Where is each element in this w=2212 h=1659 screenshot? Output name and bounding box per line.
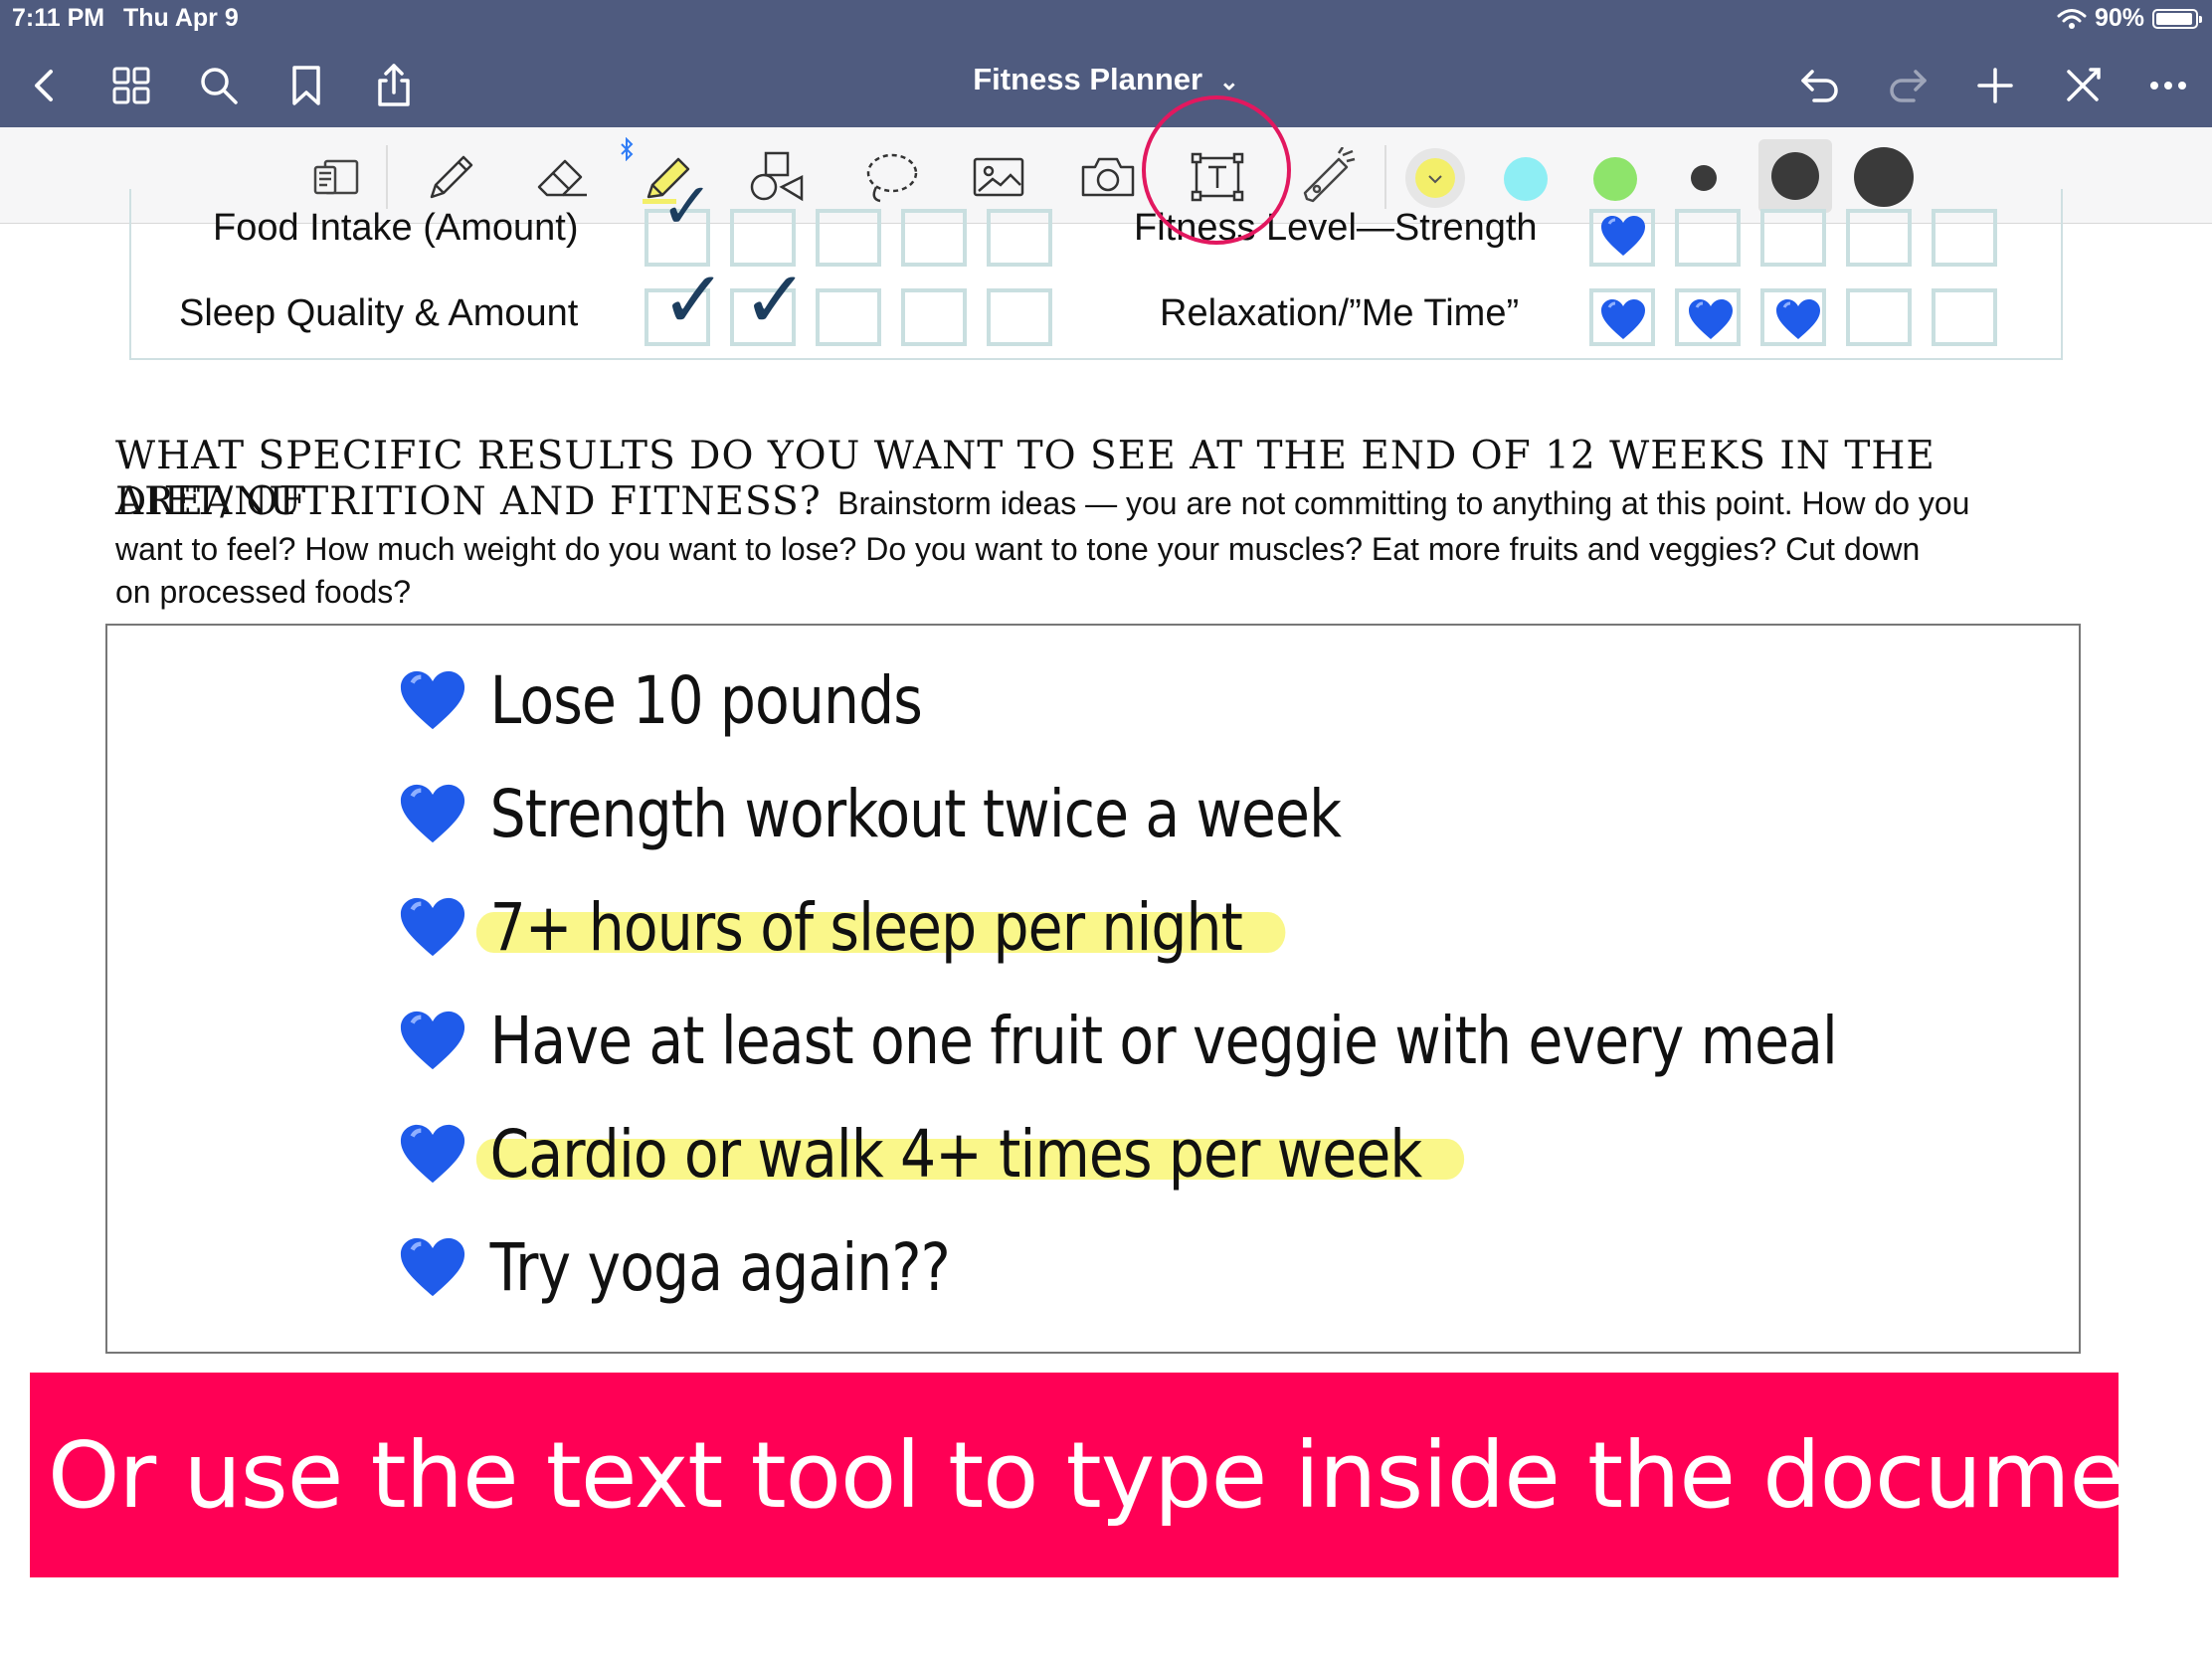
checkbox[interactable]: [1932, 288, 1997, 346]
checkbox[interactable]: [1675, 209, 1741, 267]
checkbox[interactable]: [1760, 209, 1826, 267]
battery-percent: 90%: [2094, 4, 2144, 32]
chevron-down-icon: [1428, 175, 1442, 184]
question-body-line1: Brainstorm ideas — you are not committin…: [837, 485, 1970, 521]
goal-text: Try yoga again??: [489, 1228, 951, 1306]
checkbox[interactable]: [1846, 209, 1912, 267]
goal-text: 7+ hours of sleep per night: [475, 889, 1286, 966]
caption-banner: Or use the text tool to type inside the …: [30, 1373, 2212, 1577]
undo-icon[interactable]: [1792, 58, 1848, 113]
goal-text: Cardio or walk 4+ times per week: [475, 1116, 1465, 1193]
text-tool-highlight-circle: [1142, 95, 1291, 245]
document-title-text: Fitness Planner: [973, 62, 1203, 96]
heart-icon: [400, 670, 465, 730]
checkmark: ✓: [742, 254, 810, 346]
question-heading-line2-row: DIET/NUTRITION AND FITNESS? Brainstorm i…: [115, 479, 2065, 524]
goal-item[interactable]: Try yoga again??: [398, 1217, 1036, 1317]
question-heading-line2: DIET/NUTRITION AND FITNESS?: [115, 479, 822, 524]
heart-icon: [400, 1011, 465, 1070]
stroke-thin-button[interactable]: [1691, 165, 1717, 191]
checkmark: ✓: [660, 170, 714, 244]
heart-icon: [1689, 299, 1733, 339]
heart-icon: [400, 784, 465, 843]
goal-item[interactable]: Strength workout twice a week: [398, 764, 1491, 863]
checkmark: ✓: [660, 254, 728, 346]
tracker-label-food: Food Intake (Amount): [213, 207, 579, 249]
heart-icon: [1601, 299, 1645, 339]
battery-icon: [2152, 8, 2202, 29]
heart-icon: [1601, 216, 1645, 256]
heart-icon: [400, 1237, 465, 1297]
question-body-line3: on processed foods?: [115, 574, 412, 610]
goal-item[interactable]: Lose 10 pounds: [398, 650, 1004, 750]
checkbox[interactable]: [901, 209, 967, 267]
close-editing-icon[interactable]: [2055, 58, 2111, 113]
checkbox[interactable]: [987, 209, 1052, 267]
checkbox[interactable]: [816, 288, 881, 346]
wifi-icon: [2057, 8, 2087, 29]
checkbox[interactable]: [1932, 209, 1997, 267]
goal-text: Strength workout twice a week: [489, 775, 1342, 852]
goal-item[interactable]: Have at least one fruit or veggie with e…: [398, 991, 2068, 1090]
checkbox[interactable]: [816, 209, 881, 267]
tracker-label-relaxation: Relaxation/”Me Time”: [1160, 292, 1520, 334]
goal-text: Lose 10 pounds: [489, 661, 923, 739]
status-time: 7:11 PM: [12, 4, 105, 32]
question-body-line2: want to feel? How much weight do you wan…: [115, 531, 1921, 567]
heart-icon: [400, 897, 465, 957]
goal-item[interactable]: 7+ hours of sleep per night: [398, 877, 1377, 977]
heart-icon: [400, 1124, 465, 1184]
checkbox[interactable]: [1846, 288, 1912, 346]
goal-item[interactable]: Cardio or walk 4+ times per week: [398, 1104, 1584, 1203]
redo-icon[interactable]: [1880, 58, 1936, 113]
checkbox[interactable]: [987, 288, 1052, 346]
status-date: Thu Apr 9: [123, 4, 239, 32]
checkbox[interactable]: [901, 288, 967, 346]
status-right: 90%: [2057, 4, 2202, 33]
title-chevron-icon: ⌄: [1218, 69, 1239, 95]
heart-icon: [1776, 299, 1820, 339]
tracker-label-sleep: Sleep Quality & Amount: [179, 292, 579, 334]
more-options-icon[interactable]: [2140, 58, 2196, 113]
goal-text: Have at least one fruit or veggie with e…: [489, 1002, 1838, 1079]
add-page-icon[interactable]: [1967, 58, 2023, 113]
